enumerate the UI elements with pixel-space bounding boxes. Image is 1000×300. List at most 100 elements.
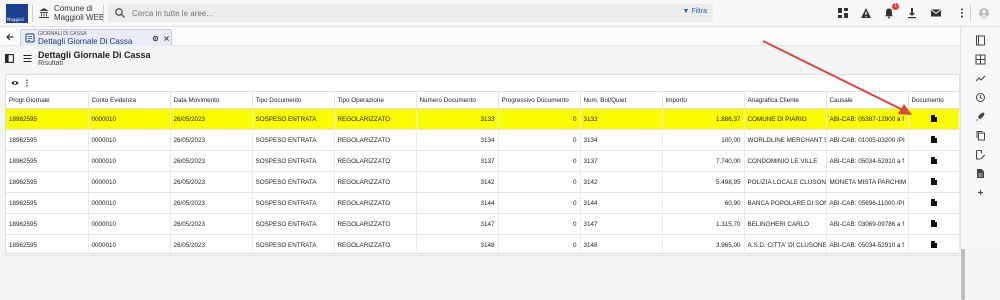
cell-anagrafica-cliente: CONDOMINIO LE VILLE	[744, 150, 827, 172]
column-header[interactable]: Numero Documento	[416, 91, 499, 109]
filter-button[interactable]: ▼ Filtra	[683, 8, 707, 15]
cell-tipo-documento: SOSPESO ENTRATA	[252, 150, 335, 172]
column-header[interactable]: Data Movimento	[170, 91, 253, 109]
filter-icon: ▼	[682, 8, 690, 15]
cell-causale: ABI-CAB: 05387-12900 a f	[826, 108, 909, 130]
cell-importo: 100,00	[662, 129, 745, 151]
column-header[interactable]: Anagrafica Cliente	[744, 91, 827, 109]
cell-progr-giornale: 18962595	[6, 150, 89, 172]
history-icon[interactable]	[975, 92, 986, 103]
cell-numero-documento: 3134	[416, 129, 499, 151]
page-subtitle: Risultati	[38, 60, 63, 67]
ledger-book-icon[interactable]	[975, 35, 986, 46]
table-row[interactable]: 18962595 0000010 26/05/2023 SOSPESO ENTRATA…	[6, 150, 960, 172]
cell-numero-documento: 3142	[416, 171, 499, 193]
page-header: Dettagli Giornale Di Cassa Risultati	[0, 47, 960, 70]
user-avatar-icon[interactable]	[978, 7, 990, 19]
document-icon[interactable]	[930, 198, 937, 206]
cell-num-bol-quiet: 3148	[580, 234, 663, 256]
cell-progressivo-documento: 0	[498, 150, 581, 172]
maggioli-logo[interactable]: Maggioli	[6, 4, 28, 23]
table-row[interactable]: 18962595 0000010 26/05/2023 SOSPESO ENTRATA…	[6, 234, 960, 256]
top-bar: Maggioli Comune di Maggioli WEB ▼ Filtra…	[0, 0, 1000, 27]
cell-tipo-operazione: REGOLARIZZATO	[334, 108, 417, 130]
table-row[interactable]: 18962595 0000010 26/05/2023 SOSPESO ENTRATA…	[6, 129, 960, 151]
table-header-row: Progr.Giornale Conto Evidenza Data Movim…	[6, 91, 960, 109]
cell-conto-evidenza: 0000010	[88, 108, 171, 130]
cell-num-bol-quiet: 3142	[580, 171, 663, 193]
column-header[interactable]: Progressivo Documento	[498, 91, 581, 109]
trend-icon[interactable]	[975, 73, 986, 84]
cell-num-bol-quiet: 3133	[580, 108, 663, 130]
cell-progressivo-documento: 0	[498, 192, 581, 214]
cell-anagrafica-cliente: COMUNE DI PIARIO	[744, 108, 827, 130]
column-header[interactable]: Progr.Giornale	[6, 91, 89, 109]
rocket-icon[interactable]	[975, 111, 986, 122]
copy-icon[interactable]	[975, 130, 986, 141]
cell-tipo-documento: SOSPESO ENTRATA	[252, 213, 335, 235]
cell-importo: 3.965,00	[662, 234, 745, 256]
cell-conto-evidenza: 0000010	[88, 150, 171, 172]
tab-dettagli-giornale-di-cassa[interactable]: GIORNALI DI CASSA Dettagli Giornale Di C…	[20, 29, 172, 46]
cell-tipo-operazione: REGOLARIZZATO	[334, 213, 417, 235]
document-icon[interactable]	[930, 114, 937, 122]
document-icon[interactable]	[930, 177, 937, 185]
cell-documento	[908, 192, 960, 214]
column-header[interactable]: Num. Bol/Quiet	[580, 91, 663, 109]
cell-numero-documento: 3137	[416, 150, 499, 172]
cell-progressivo-documento: 0	[498, 108, 581, 130]
document-icon[interactable]	[930, 240, 937, 248]
table-row[interactable]: 18962595 0000010 26/05/2023 SOSPESO ENTRATA…	[6, 213, 960, 235]
dashboard-icon[interactable]	[837, 7, 849, 19]
search-input[interactable]	[132, 6, 652, 20]
more-options-icon[interactable]	[25, 79, 29, 87]
document-icon[interactable]	[930, 156, 937, 164]
column-header[interactable]: Tipo Documento	[252, 91, 335, 109]
cell-numero-documento: 3133	[416, 108, 499, 130]
file-icon[interactable]	[975, 168, 986, 179]
warning-icon[interactable]	[860, 7, 872, 19]
cell-importo: 5.498,95	[662, 171, 745, 193]
cell-progr-giornale: 18962595	[6, 108, 89, 130]
cell-tipo-operazione: REGOLARIZZATO	[334, 129, 417, 151]
column-header[interactable]: Conto Evidenza	[88, 91, 171, 109]
cell-data-movimento: 26/05/2023	[170, 213, 253, 235]
cell-conto-evidenza: 0000010	[88, 213, 171, 235]
mail-icon[interactable]	[930, 7, 942, 19]
app-title: Comune di Maggioli WEB	[54, 4, 105, 22]
settings-icon[interactable]	[152, 35, 159, 42]
sidebar-toggle-icon[interactable]	[5, 54, 14, 63]
page-title: Dettagli Giornale Di Cassa	[38, 50, 151, 60]
cell-progressivo-documento: 0	[498, 171, 581, 193]
table-row[interactable]: 18962595 0000010 26/05/2023 SOSPESO ENTRATA…	[6, 171, 960, 193]
add-icon[interactable]	[975, 187, 986, 198]
cell-documento	[908, 234, 960, 256]
column-header[interactable]: Documento	[908, 91, 960, 109]
grid-icon[interactable]	[975, 54, 986, 65]
cell-progr-giornale: 18962595	[6, 234, 89, 256]
table-toolbar	[6, 75, 959, 90]
cell-causale: ABI-CAB: 03069-09786 a f	[826, 213, 909, 235]
more-vertical-icon[interactable]	[956, 7, 968, 19]
table-row[interactable]: 18962595 0000010 26/05/2023 SOSPESO ENTRATA…	[6, 192, 960, 214]
download-icon[interactable]	[906, 7, 918, 19]
column-header[interactable]: Tipo Operazione	[334, 91, 417, 109]
close-icon[interactable]	[163, 35, 170, 42]
eye-icon[interactable]	[11, 79, 19, 87]
list-icon[interactable]	[23, 54, 32, 63]
cell-progr-giornale: 18962595	[6, 213, 89, 235]
edit-document-icon[interactable]	[975, 149, 986, 160]
column-header[interactable]: Causale	[826, 91, 909, 109]
document-icon[interactable]	[930, 219, 937, 227]
table-row[interactable]: 18962595 0000010 26/05/2023 SOSPESO ENTRATA…	[6, 108, 960, 130]
search-icon	[115, 8, 125, 18]
cell-progressivo-documento: 0	[498, 129, 581, 151]
document-icon[interactable]	[930, 135, 937, 143]
cell-importo: 7.740,00	[662, 150, 745, 172]
cell-tipo-documento: SOSPESO ENTRATA	[252, 129, 335, 151]
back-arrow-icon[interactable]	[5, 32, 15, 42]
cell-conto-evidenza: 0000010	[88, 192, 171, 214]
cell-progressivo-documento: 0	[498, 234, 581, 256]
column-header[interactable]: Importo	[662, 91, 745, 109]
cell-numero-documento: 3147	[416, 213, 499, 235]
